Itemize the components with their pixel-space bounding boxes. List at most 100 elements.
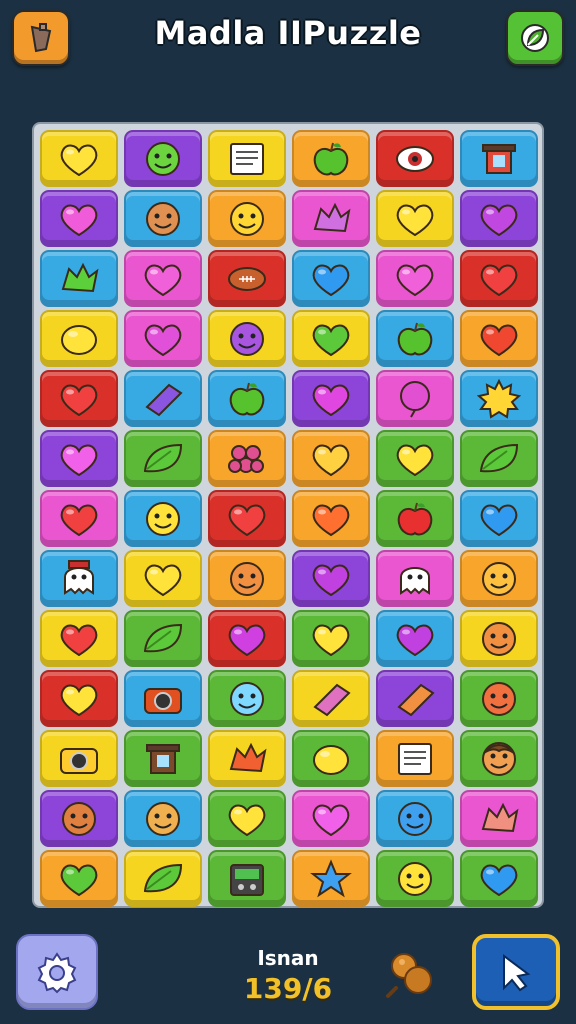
arrow-icon (503, 954, 531, 992)
tile-ghost[interactable] (376, 550, 454, 607)
face-icon (482, 621, 516, 656)
smiley-icon (146, 501, 180, 536)
tile-heart[interactable] (208, 790, 286, 847)
tile-face[interactable] (376, 850, 454, 907)
tile-face[interactable] (40, 790, 118, 847)
tile-heart[interactable] (208, 610, 286, 667)
tile-claw[interactable] (292, 190, 370, 247)
tile-blue-face[interactable] (208, 670, 286, 727)
tile-heart[interactable] (40, 490, 118, 547)
tile-heart[interactable] (460, 310, 538, 367)
eye-icon (396, 145, 434, 172)
tile-heart[interactable] (376, 250, 454, 307)
tile-sign[interactable] (376, 730, 454, 787)
tile-face[interactable] (460, 670, 538, 727)
lantern-icon (146, 743, 180, 774)
sun-icon (476, 378, 522, 419)
tile-lemon[interactable] (40, 310, 118, 367)
tile-heart[interactable] (292, 490, 370, 547)
tile-heart[interactable] (376, 430, 454, 487)
tile-heart[interactable] (376, 190, 454, 247)
tile-heart[interactable] (376, 610, 454, 667)
tile-apple[interactable] (292, 130, 370, 187)
tile-lantern[interactable] (460, 130, 538, 187)
tile-heart[interactable] (292, 550, 370, 607)
lemon-icon (313, 744, 349, 775)
menu-bag-button[interactable] (12, 10, 70, 66)
tile-heart[interactable] (460, 190, 538, 247)
tile-blue-face[interactable] (376, 790, 454, 847)
tile-balloon[interactable] (376, 370, 454, 427)
score-label: Isnan (257, 946, 319, 970)
tile-heart[interactable] (40, 130, 118, 187)
tile-leaf[interactable] (124, 430, 202, 487)
tile-heart[interactable] (124, 550, 202, 607)
tile-notepad[interactable] (208, 130, 286, 187)
tile-smiley[interactable] (208, 190, 286, 247)
tile-face[interactable] (460, 550, 538, 607)
tile-tomato[interactable] (376, 490, 454, 547)
tile-heart[interactable] (292, 250, 370, 307)
tile-heart[interactable] (124, 310, 202, 367)
tile-heart[interactable] (460, 490, 538, 547)
tile-eraser[interactable] (292, 670, 370, 727)
leaf-icon (143, 443, 183, 472)
tile-face[interactable] (124, 190, 202, 247)
settings-button[interactable] (16, 934, 98, 1010)
tile-star[interactable] (292, 850, 370, 907)
tile-camera[interactable] (124, 670, 202, 727)
tile-heart[interactable] (40, 610, 118, 667)
tile-pretzel[interactable] (208, 730, 286, 787)
smiley-icon (230, 201, 264, 236)
tile-heart[interactable] (292, 430, 370, 487)
tile-leaf[interactable] (460, 430, 538, 487)
tile-football[interactable] (208, 250, 286, 307)
tile-alien-face[interactable] (124, 130, 202, 187)
tile-leaf[interactable] (124, 610, 202, 667)
tile-boy[interactable] (460, 730, 538, 787)
tile-face[interactable] (124, 790, 202, 847)
tile-heart[interactable] (40, 670, 118, 727)
tile-binoculars[interactable] (40, 730, 118, 787)
nuts-icon[interactable] (382, 944, 440, 1002)
tile-sun[interactable] (460, 370, 538, 427)
tile-heart[interactable] (292, 790, 370, 847)
tile-apple[interactable] (376, 310, 454, 367)
tile-heart[interactable] (40, 850, 118, 907)
tile-heart[interactable] (292, 370, 370, 427)
tile-eye[interactable] (376, 130, 454, 187)
tile-radio[interactable] (208, 850, 286, 907)
tile-lantern[interactable] (124, 730, 202, 787)
tile-snowman[interactable] (40, 550, 118, 607)
tile-grapes[interactable] (208, 430, 286, 487)
leaf-button[interactable] (506, 10, 564, 66)
tile-face[interactable] (208, 550, 286, 607)
heart-icon (60, 624, 98, 656)
tile-lemon[interactable] (292, 730, 370, 787)
tile-heart[interactable] (292, 610, 370, 667)
tile-candy[interactable] (124, 370, 202, 427)
tile-heart[interactable] (208, 490, 286, 547)
tile-heart[interactable] (40, 190, 118, 247)
tile-heart[interactable] (292, 310, 370, 367)
tile-apple[interactable] (208, 370, 286, 427)
tile-blocks[interactable] (40, 250, 118, 307)
tile-smiley[interactable] (124, 490, 202, 547)
tile-heart[interactable] (40, 430, 118, 487)
tile-face[interactable] (460, 610, 538, 667)
tile-heart[interactable] (460, 850, 538, 907)
heart-icon (396, 264, 434, 296)
snowman-icon (64, 559, 94, 595)
heart-icon (480, 324, 518, 356)
tile-heart[interactable] (460, 250, 538, 307)
balloon-icon (400, 380, 430, 417)
pencil-icon (397, 683, 435, 716)
tile-pencil[interactable] (376, 670, 454, 727)
next-button[interactable] (472, 934, 560, 1010)
tile-purple-face[interactable] (208, 310, 286, 367)
heart-icon (480, 504, 518, 536)
tile-heart[interactable] (40, 370, 118, 427)
tile-heart[interactable] (124, 250, 202, 307)
tile-leaf[interactable] (124, 850, 202, 907)
tile-handshake[interactable] (460, 790, 538, 847)
